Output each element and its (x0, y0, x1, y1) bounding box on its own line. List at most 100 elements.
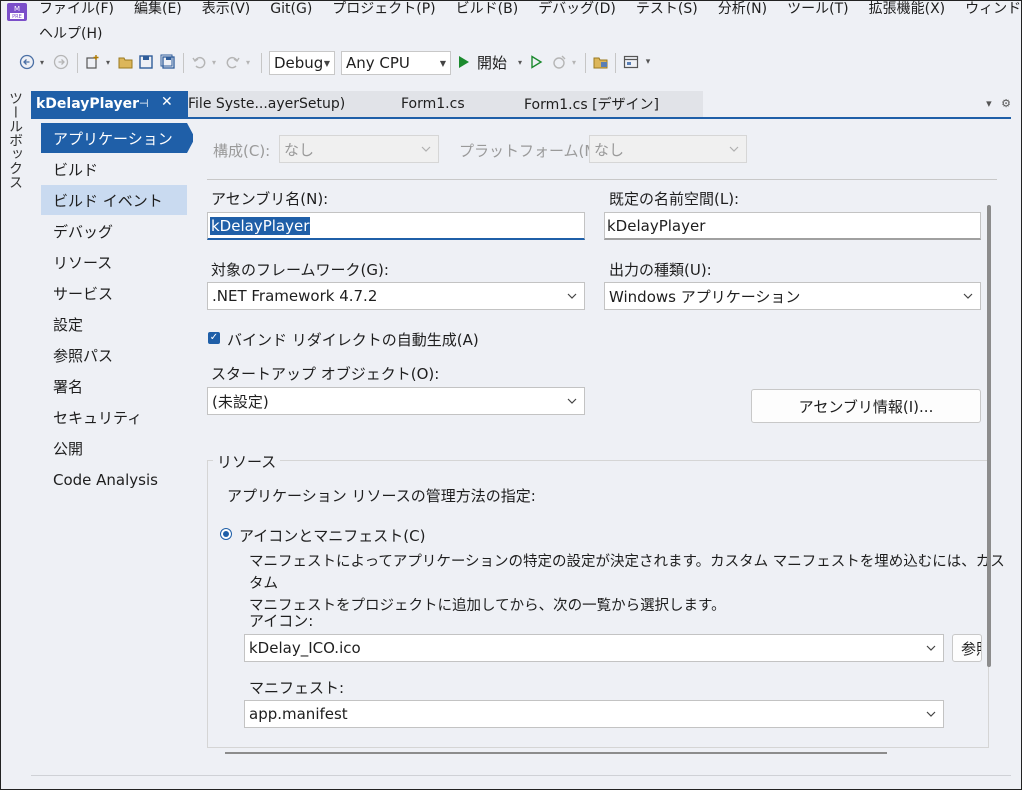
gear-icon[interactable]: ⚙ (1001, 97, 1011, 110)
nav-item-publish[interactable]: 公開 (41, 433, 187, 463)
new-dropdown-icon[interactable]: ▾ (103, 47, 113, 77)
nav-item-application[interactable]: アプリケーション (41, 123, 187, 153)
menu-help[interactable]: ヘルプ(H) (39, 23, 102, 43)
manifest-description-line: マニフェストをプロジェクトに追加してから、次の一覧から選択します。 (249, 598, 726, 614)
menu-file[interactable]: ファイル(F) (39, 1, 114, 18)
manifest-select[interactable]: app.manifest (244, 700, 944, 728)
back-dropdown-icon[interactable]: ▾ (37, 47, 47, 77)
toolbar-separator (261, 53, 262, 73)
chevron-down-icon (963, 293, 973, 299)
menu-analyze[interactable]: 分析(N) (718, 1, 767, 18)
redo-icon[interactable] (223, 47, 243, 77)
config-label: 構成(C): (213, 142, 271, 160)
window-layout-icon[interactable] (621, 47, 641, 77)
tab-kdelayplayer[interactable]: kDelayPlayer ⊣ ✕ (31, 91, 188, 117)
start-without-debug-icon[interactable] (527, 47, 545, 77)
icon-select[interactable]: kDelay_ICO.ico (244, 634, 944, 662)
hot-reload-icon[interactable] (551, 47, 569, 77)
startup-object-select[interactable]: (未設定) (207, 387, 585, 415)
chevron-down-icon (926, 645, 936, 651)
namespace-value: kDelayPlayer (607, 216, 706, 235)
project-properties-page: アプリケーション ビルド ビルド イベント デバッグ リソース サービス 設定 … (31, 119, 1011, 775)
nav-item-code-analysis[interactable]: Code Analysis (41, 465, 187, 495)
menu-debug[interactable]: デバッグ(D) (538, 1, 616, 18)
nav-item-build-events[interactable]: ビルド イベント (41, 185, 187, 215)
play-icon (459, 56, 469, 68)
solution-explorer-icon[interactable] (591, 47, 611, 77)
menu-view[interactable]: 表示(V) (202, 1, 251, 18)
icon-value: kDelay_ICO.ico (249, 639, 361, 657)
manifest-value: app.manifest (249, 705, 348, 723)
nav-item-security[interactable]: セキュリティ (41, 402, 187, 432)
icon-manifest-label: アイコンとマニフェスト(C) (239, 527, 426, 545)
nav-item-settings[interactable]: 設定 (41, 309, 187, 339)
close-icon[interactable]: ✕ (161, 94, 173, 110)
chevron-down-icon (567, 293, 577, 299)
tab-form1-cs[interactable]: Form1.cs (401, 91, 465, 117)
start-dropdown-icon[interactable]: ▾ (515, 47, 525, 77)
redo-dropdown-icon[interactable]: ▾ (243, 47, 253, 77)
nav-item-resources[interactable]: リソース (41, 247, 187, 277)
svg-text:M: M (14, 5, 20, 13)
tab-filesystem[interactable]: File Syste...ayerSetup) (188, 91, 345, 117)
output-type-label: 出力の種類(U): (609, 261, 712, 279)
start-debug-button[interactable]: 開始 (457, 47, 519, 77)
back-icon[interactable] (17, 47, 37, 77)
solution-config-select[interactable]: Debug ▼ (269, 51, 335, 75)
properties-nav: アプリケーション ビルド ビルド イベント デバッグ リソース サービス 設定 … (31, 119, 195, 775)
menu-extensions[interactable]: 拡張機能(X) (869, 1, 946, 18)
framework-value: .NET Framework 4.7.2 (212, 287, 378, 305)
menu-edit[interactable]: 編集(E) (134, 1, 182, 18)
save-all-icon[interactable] (159, 47, 177, 77)
nav-item-signing[interactable]: 署名 (41, 371, 187, 401)
nav-item-reference-paths[interactable]: 参照パス (41, 340, 187, 370)
toolbar-separator (183, 53, 184, 73)
nav-item-debug[interactable]: デバッグ (41, 216, 187, 246)
open-folder-icon[interactable] (117, 47, 135, 77)
menu-project[interactable]: プロジェクト(P) (332, 1, 435, 18)
binding-redirect-checkbox[interactable]: ✓ (208, 332, 220, 344)
nav-item-build[interactable]: ビルド (41, 154, 187, 184)
solution-platform-select[interactable]: Any CPU ▼ (341, 51, 451, 75)
menu-bar: ファイル(F) 編集(E) 表示(V) Git(G) プロジェクト(P) ビルド(B) デバ… (39, 1, 1021, 20)
vs-window: M PRE ファイル(F) 編集(E) 表示(V) Git(G) プロジェクト(P) ビル… (0, 0, 1022, 790)
menu-build[interactable]: ビルド(B) (456, 1, 519, 18)
pin-icon[interactable]: ⊣ (139, 97, 149, 110)
tab-label: kDelayPlayer (36, 96, 139, 112)
menu-test[interactable]: テスト(S) (636, 1, 698, 18)
undo-icon[interactable] (189, 47, 209, 77)
menu-tools[interactable]: ツール(T) (787, 1, 848, 18)
horizontal-scrollbar[interactable] (225, 752, 887, 754)
assembly-name-input[interactable]: kDelayPlayer (207, 212, 585, 240)
menu-git[interactable]: Git(G) (270, 1, 312, 17)
forward-icon[interactable] (51, 47, 71, 77)
chevron-down-icon: ▼ (323, 58, 330, 68)
save-icon[interactable] (137, 47, 155, 77)
icon-manifest-radio[interactable] (220, 528, 232, 540)
toolbar-overflow-icon[interactable]: ▾ (643, 47, 653, 77)
tab-form1-design[interactable]: Form1.cs [デザイン] (524, 91, 659, 117)
hot-reload-dropdown-icon[interactable]: ▾ (569, 47, 579, 77)
output-type-select[interactable]: Windows アプリケーション (604, 282, 981, 310)
platform-value: なし (594, 140, 625, 159)
nav-item-services[interactable]: サービス (41, 278, 187, 308)
toolbar-separator (615, 53, 616, 73)
manifest-description-line: マニフェストによってアプリケーションの特定の設定が決定されます。カスタム マニフ… (249, 554, 1005, 592)
framework-label: 対象のフレームワーク(G): (211, 261, 389, 279)
namespace-input[interactable]: kDelayPlayer (604, 212, 981, 240)
undo-dropdown-icon[interactable]: ▾ (209, 47, 219, 77)
resources-group-title: リソース (213, 451, 281, 472)
vertical-scrollbar[interactable] (987, 205, 991, 667)
assembly-info-button[interactable]: アセンブリ情報(I)... (751, 389, 981, 423)
new-project-icon[interactable] (83, 47, 103, 77)
startup-object-value: (未設定) (212, 392, 269, 411)
tab-list-dropdown-icon[interactable]: ▾ (986, 97, 992, 110)
browse-button[interactable]: 参照 (952, 634, 982, 662)
assembly-name-value: kDelayPlayer (210, 216, 311, 235)
config-value: なし (284, 140, 315, 159)
browse-button-label: 参照 (961, 639, 981, 658)
framework-select[interactable]: .NET Framework 4.7.2 (207, 282, 585, 310)
toolbox-tab[interactable]: ツールボックス (5, 91, 25, 189)
output-type-value: Windows アプリケーション (609, 287, 801, 306)
menu-window[interactable]: ウィンドウ(W) (965, 1, 1021, 18)
